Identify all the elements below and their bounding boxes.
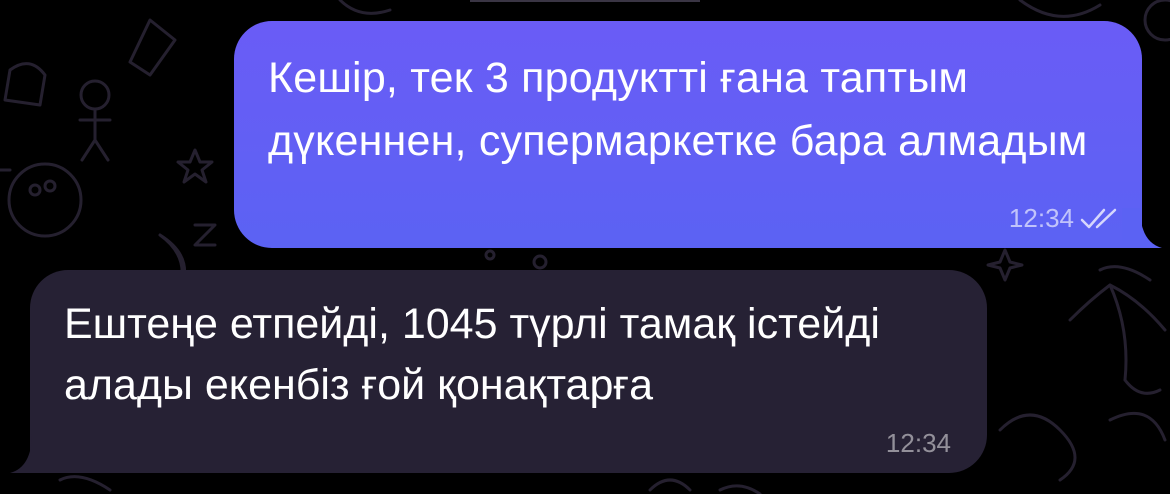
wave-doodle: [1018, 0, 1102, 18]
dot-doodle: [532, 254, 548, 270]
incoming-message-time: 12:34: [885, 428, 951, 458]
outgoing-bubble-tail: [1122, 208, 1162, 248]
gingerbread-doodle: [79, 79, 111, 111]
ring-doodle: [1108, 411, 1167, 442]
outgoing-message-bubble[interactable]: Кешір, тек 3 продуктті ғана таптым дүкен…: [234, 21, 1162, 248]
flower-doodle: [648, 478, 762, 494]
incoming-message-text: Ештеңе етпейді, 1045 түрлі тамақ істейді…: [64, 300, 880, 409]
outgoing-message-meta: 12:34: [1009, 203, 1120, 234]
leaf-bottom-doodle: [58, 475, 112, 492]
zzz-doodle: [193, 223, 217, 247]
incoming-bubble-tail: [10, 433, 50, 473]
bottle-doodle: [128, 18, 177, 77]
outgoing-message-text: Кешір, тек 3 продуктті ғана таптым дүкен…: [268, 54, 1088, 165]
star-doodle: [176, 148, 214, 184]
leaf-doodle: [338, 0, 392, 15]
swirl-doodle: [998, 413, 1077, 482]
double-check-icon: [1080, 208, 1117, 228]
top-divider: [470, 0, 700, 2]
incoming-message-bubble[interactable]: Ештеңе етпейді, 1045 түрлі тамақ істейді…: [10, 270, 987, 473]
sparkle-doodle: [986, 248, 1024, 282]
bowling-ball-doodle: [7, 162, 83, 238]
outgoing-message-time: 12:34: [1008, 203, 1074, 233]
coin-doodle: [1143, 0, 1170, 42]
cake-doodle: [3, 62, 47, 107]
palm-tree-doodle: [1098, 265, 1162, 395]
